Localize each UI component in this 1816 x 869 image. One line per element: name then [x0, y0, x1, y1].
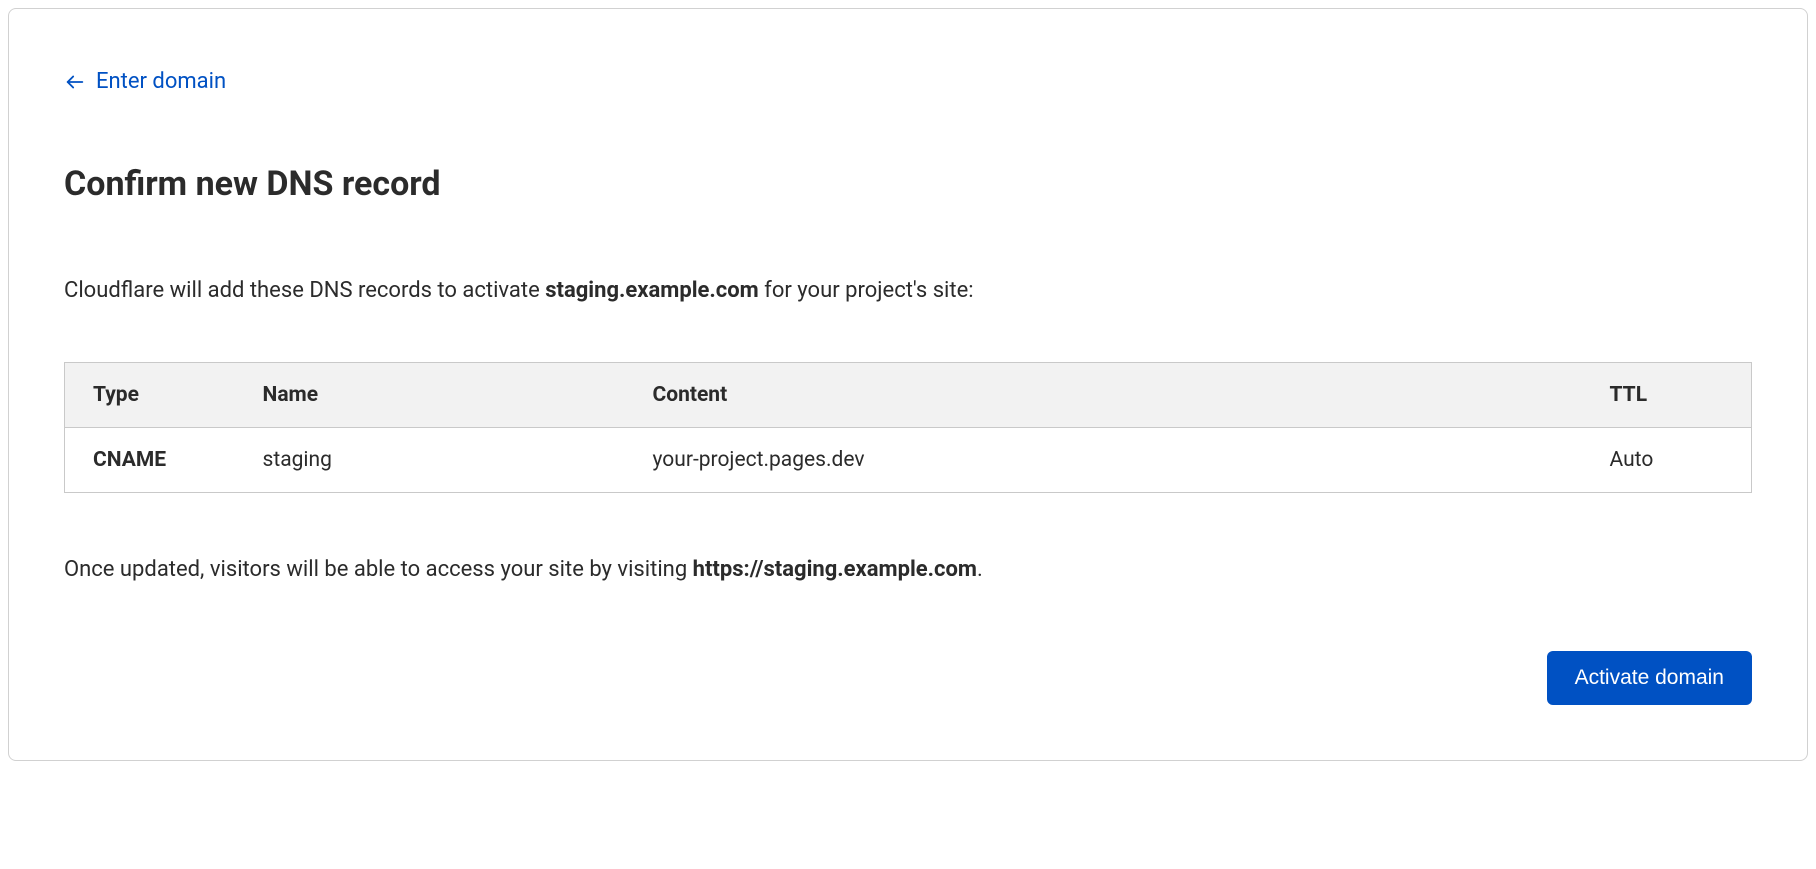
col-header-name: Name [235, 363, 625, 428]
col-header-ttl: TTL [1582, 363, 1752, 428]
cell-ttl: Auto [1582, 428, 1752, 493]
outro-suffix: . [977, 557, 983, 582]
intro-domain: staging.example.com [545, 278, 759, 303]
dns-confirm-card: Enter domain Confirm new DNS record Clou… [8, 8, 1808, 761]
dns-records-table: Type Name Content TTL CNAME staging your… [64, 362, 1752, 493]
intro-text: Cloudflare will add these DNS records to… [64, 274, 1752, 307]
cell-content: your-project.pages.dev [625, 428, 1582, 493]
outro-url: https://staging.example.com [693, 557, 977, 582]
activate-domain-button[interactable]: Activate domain [1547, 651, 1752, 705]
table-header-row: Type Name Content TTL [65, 363, 1752, 428]
intro-prefix: Cloudflare will add these DNS records to… [64, 278, 545, 303]
back-link-label: Enter domain [96, 69, 226, 94]
cell-name: staging [235, 428, 625, 493]
action-row: Activate domain [64, 651, 1752, 705]
back-link[interactable]: Enter domain [64, 69, 226, 94]
outro-text: Once updated, visitors will be able to a… [64, 553, 1752, 586]
cell-type: CNAME [65, 428, 235, 493]
arrow-left-icon [64, 71, 86, 93]
col-header-type: Type [65, 363, 235, 428]
page-title: Confirm new DNS record [64, 164, 1752, 204]
table-row: CNAME staging your-project.pages.dev Aut… [65, 428, 1752, 493]
intro-suffix: for your project's site: [759, 278, 974, 303]
col-header-content: Content [625, 363, 1582, 428]
outro-prefix: Once updated, visitors will be able to a… [64, 557, 693, 582]
